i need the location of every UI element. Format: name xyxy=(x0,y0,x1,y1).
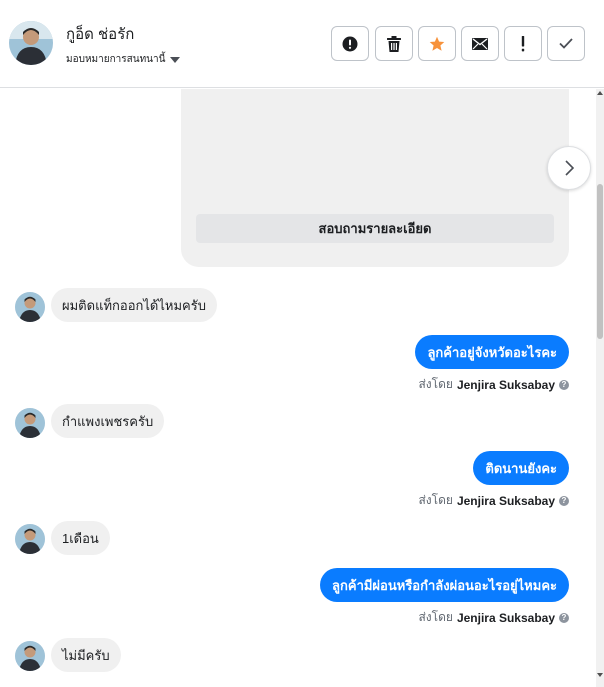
question-icon[interactable]: ? xyxy=(559,495,569,506)
message-thread: สอบถามรายละเอียด ผมติดแท็กออกได้ไหมครับ … xyxy=(0,89,596,687)
outgoing-message: ติดนานยังคะ xyxy=(473,451,569,485)
contact-avatar-small xyxy=(15,641,45,671)
contact-avatar[interactable] xyxy=(9,21,53,65)
spam-button[interactable] xyxy=(331,26,369,61)
scroll-up-arrow-icon[interactable] xyxy=(596,91,604,101)
carousel-next-button[interactable] xyxy=(547,146,591,190)
sent-by-label: ส่งโดย xyxy=(418,377,453,391)
sent-by-info: ส่งโดย Jenjira Suksabay ? xyxy=(418,375,569,394)
sent-by-label: ส่งโดย xyxy=(418,493,453,507)
chevron-down-icon xyxy=(170,57,181,63)
sent-by-info: ส่งโดย Jenjira Suksabay ? xyxy=(418,608,569,627)
outgoing-message: ลูกค้ามีผ่อนหรือกำลังผ่อนอะไรอยู่ไหมคะ xyxy=(320,568,569,602)
contact-avatar-small xyxy=(15,292,45,322)
envelope-icon xyxy=(472,37,488,50)
sender-name: Jenjira Suksabay xyxy=(456,377,555,392)
exclamation-circle-icon xyxy=(342,36,358,51)
delete-button[interactable] xyxy=(375,26,413,61)
outgoing-message: ลูกค้าอยู่จังหวัดอะไรคะ xyxy=(415,335,569,369)
contact-name[interactable]: กูอ็ด ช่อรัก xyxy=(66,22,134,46)
exclamation-icon xyxy=(521,35,525,51)
scrollbar[interactable] xyxy=(596,89,604,687)
mark-done-button[interactable] xyxy=(547,26,585,61)
trash-icon xyxy=(387,35,401,52)
conversation-header: กูอ็ด ช่อรัก มอบหมายการสนทนานี้ xyxy=(0,0,604,88)
scroll-down-arrow-icon[interactable] xyxy=(596,673,604,683)
sent-by-info: ส่งโดย Jenjira Suksabay ? xyxy=(418,491,569,510)
mark-unread-button[interactable] xyxy=(461,26,499,61)
card-inquiry-button[interactable]: สอบถามรายละเอียด xyxy=(196,214,554,243)
follow-up-button[interactable] xyxy=(504,26,542,61)
sender-name: Jenjira Suksabay xyxy=(456,610,555,625)
star-icon xyxy=(429,36,445,51)
chevron-right-icon xyxy=(564,160,574,176)
sender-name: Jenjira Suksabay xyxy=(456,493,555,508)
sent-by-label: ส่งโดย xyxy=(418,610,453,624)
star-button[interactable] xyxy=(418,26,456,61)
incoming-message: 1เดือน xyxy=(51,521,110,555)
incoming-message: ผมติดแท็กออกได้ไหมครับ xyxy=(51,288,217,322)
incoming-message: ไม่มีครับ xyxy=(51,638,121,672)
contact-avatar-small xyxy=(15,408,45,438)
assign-conversation-dropdown[interactable]: มอบหมายการสนทนานี้ xyxy=(66,52,181,67)
template-card: สอบถามรายละเอียด xyxy=(181,89,569,267)
incoming-message: กำแพงเพชรครับ xyxy=(51,404,165,438)
contact-avatar-small xyxy=(15,524,45,554)
assign-label: มอบหมายการสนทนานี้ xyxy=(66,54,166,65)
scrollbar-thumb[interactable] xyxy=(597,184,603,339)
question-icon[interactable]: ? xyxy=(559,379,569,390)
question-icon[interactable]: ? xyxy=(559,612,569,623)
checkmark-icon xyxy=(559,38,573,49)
